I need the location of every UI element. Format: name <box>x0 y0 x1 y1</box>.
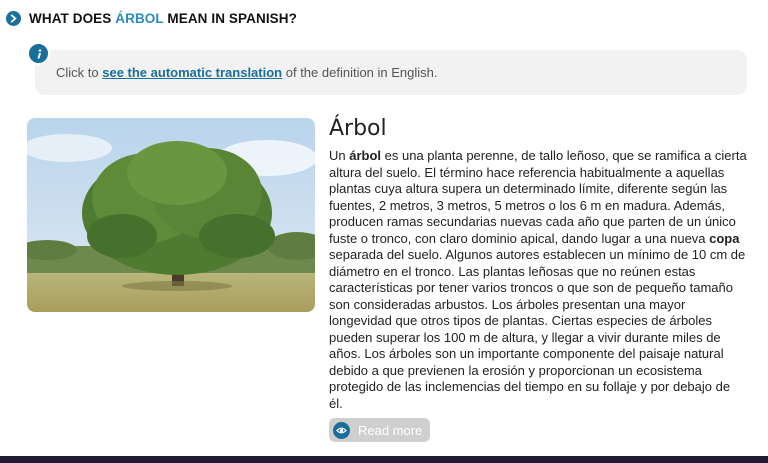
heading-title: WHAT DOES ÁRBOL MEAN IN SPANISH? <box>29 11 297 26</box>
tree-photo <box>27 118 315 312</box>
definition-part-3: separada del suelo. Algunos autores esta… <box>329 247 746 411</box>
definition-bold-arbol: árbol <box>349 148 382 163</box>
eye-icon <box>333 421 350 439</box>
info-icon <box>27 42 50 65</box>
read-more-button[interactable]: Read more <box>329 418 430 442</box>
info-text-before: Click to <box>56 65 103 80</box>
translation-info-box: Click to see the automatic translation o… <box>35 50 747 95</box>
section-heading: WHAT DOES ÁRBOL MEAN IN SPANISH? <box>6 11 297 26</box>
definition-bold-copa: copa <box>709 230 740 246</box>
heading-word: ÁRBOL <box>115 11 164 26</box>
definition-part-1: Un <box>329 148 350 163</box>
definition-title: Árbol <box>329 116 387 141</box>
chevron-right-icon[interactable] <box>6 11 21 26</box>
definition-part-2: es una planta perenne, de tallo leñoso, … <box>329 148 747 246</box>
automatic-translation-link[interactable]: see the automatic translation <box>102 65 282 80</box>
heading-prefix: WHAT DOES <box>29 11 116 26</box>
info-text-after: of the definition in English. <box>282 65 438 80</box>
read-more-label: Read more <box>358 422 423 438</box>
footer-bar <box>0 456 768 463</box>
info-text: Click to see the automatic translation o… <box>56 65 438 80</box>
definition-text: Un árbol es una planta perenne, de tallo… <box>329 148 747 412</box>
heading-suffix: MEAN IN SPANISH? <box>163 11 297 26</box>
